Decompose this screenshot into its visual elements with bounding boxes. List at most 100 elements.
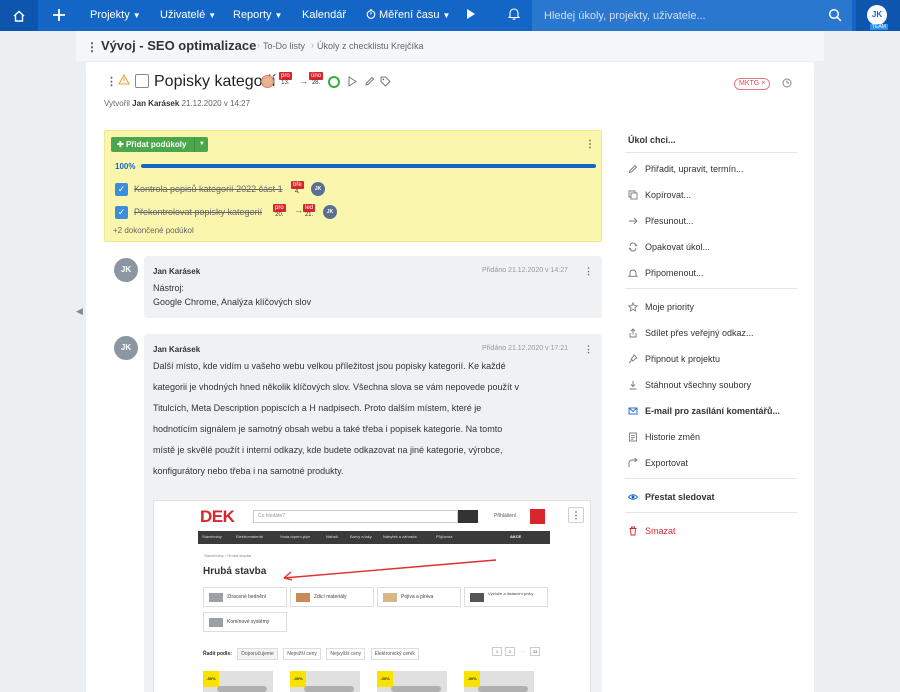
- dek-nav: Stavebniny Elektromateriál Voda-topení-p…: [198, 531, 550, 544]
- pencil-icon: [628, 164, 638, 174]
- action-download-files[interactable]: Stáhnout všechny soubory: [625, 379, 797, 395]
- add-subtask-label: Přidat podúkoly: [125, 140, 187, 149]
- chevron-down-icon[interactable]: ▼: [194, 137, 208, 152]
- avatar[interactable]: JK: [114, 336, 138, 360]
- action-repeat[interactable]: Opakovat úkol...: [625, 241, 797, 257]
- avatar[interactable]: JK: [114, 258, 138, 282]
- dek-sort-option: Doporučujeme: [237, 648, 278, 660]
- action-label: Moje priority: [645, 302, 695, 312]
- attachment-menu-button[interactable]: ⋮: [568, 507, 584, 523]
- comment-author[interactable]: Jan Karásek: [153, 345, 200, 354]
- star-icon: [628, 302, 638, 312]
- repeat-icon: [628, 242, 638, 252]
- subtask-start-date[interactable]: pro 20.: [273, 204, 286, 219]
- action-label: E-mail pro zasílání komentářů...: [645, 406, 781, 416]
- play-icon[interactable]: [348, 76, 357, 87]
- nav-kalendar[interactable]: Kalendář: [302, 0, 346, 31]
- kebab-menu-icon[interactable]: ⋮: [86, 40, 98, 54]
- dek-nav-item: Stavebniny: [202, 534, 222, 539]
- nav-kalendar-label: Kalendář: [302, 9, 347, 21]
- dek-nav-item: Barvy a laky: [350, 534, 372, 539]
- divider: [625, 512, 797, 513]
- nav-uzivatele[interactable]: Uživatelé ▼: [160, 0, 216, 31]
- action-label: Historie změn: [645, 432, 701, 442]
- progress-ring-icon[interactable]: [328, 76, 340, 88]
- comment-author[interactable]: Jan Karásek: [153, 267, 200, 276]
- breadcrumb-link-todo-lists[interactable]: To-Do listy: [263, 41, 305, 51]
- create-button[interactable]: [47, 4, 71, 26]
- dek-product-card: -30%: [464, 671, 534, 692]
- nav-projekty[interactable]: Projekty ▼: [90, 0, 141, 31]
- kebab-menu-icon[interactable]: ⋮: [106, 75, 117, 88]
- clock-icon[interactable]: [782, 78, 792, 88]
- subtask-row[interactable]: ✓ Kontrola popisů kategorií 2022 část 1 …: [115, 181, 595, 198]
- action-share-link[interactable]: Sdílet přes veřejný odkaz...: [625, 327, 797, 343]
- due-date[interactable]: úno 28.: [309, 72, 324, 87]
- avatar[interactable]: JK: [323, 205, 337, 219]
- subtask-checkbox[interactable]: ✓: [115, 206, 128, 219]
- bell-icon: [628, 269, 638, 277]
- created-at: 21.12.2020 v 14:27: [181, 99, 251, 108]
- tag-icon[interactable]: [380, 76, 391, 87]
- timer-play-button[interactable]: [466, 0, 476, 31]
- user-menu[interactable]: JK TEAM: [856, 0, 900, 31]
- action-label: Přesunout...: [645, 216, 694, 226]
- breadcrumb-separator: ›: [311, 40, 314, 50]
- action-my-priorities[interactable]: Moje priority: [625, 301, 797, 317]
- download-icon: [629, 381, 637, 390]
- subtask-due-date[interactable]: led 21.: [303, 204, 316, 219]
- nav-reporty[interactable]: Reporty ▼: [233, 0, 282, 31]
- subtask-due-date[interactable]: bře 4.: [291, 181, 304, 196]
- dek-pager-item: 33: [530, 647, 540, 656]
- dek-nav-item: Voda-topení-plyn: [280, 534, 311, 539]
- action-copy[interactable]: Kopírovat...: [625, 189, 797, 205]
- action-label: Připomenout...: [645, 268, 704, 278]
- dek-sale-badge: -30%: [464, 671, 480, 687]
- dek-product-card: -30%: [290, 671, 360, 692]
- plus-icon: ✚: [117, 140, 124, 149]
- nav-mereni-casu[interactable]: Měření času ▼: [366, 0, 450, 31]
- assignee-avatar[interactable]: [261, 75, 274, 88]
- add-subtask-button[interactable]: ✚ Přidat podúkoly ▼: [111, 137, 209, 152]
- task-complete-checkbox[interactable]: [135, 74, 149, 88]
- search-icon[interactable]: [828, 8, 842, 22]
- nav-reporty-label: Reporty: [233, 9, 272, 21]
- subtask-label[interactable]: Kontrola popisů kategorií 2022 část 1: [134, 184, 283, 194]
- action-export[interactable]: Exportovat: [625, 457, 797, 473]
- subtask-label[interactable]: Překontrolovat popisky kategorií: [134, 207, 262, 217]
- kebab-menu-icon[interactable]: ⋮: [584, 266, 593, 277]
- breadcrumb-link-checklist[interactable]: Úkoly z checklistu Krejčíka: [317, 41, 424, 51]
- kebab-menu-icon[interactable]: ⋮: [584, 344, 593, 355]
- home-icon: [13, 10, 25, 22]
- pencil-icon[interactable]: [364, 76, 375, 87]
- action-pin-to-project[interactable]: Připnout k projektu: [625, 353, 797, 369]
- home-button[interactable]: [0, 0, 38, 31]
- dek-search-icon: [458, 510, 478, 523]
- collapse-sidebar-icon[interactable]: ◀: [76, 306, 83, 317]
- eye-icon: [628, 494, 638, 500]
- subtask-checkbox[interactable]: ✓: [115, 183, 128, 196]
- start-date[interactable]: pro 13.: [279, 72, 292, 87]
- tag-badge[interactable]: MKTG ×: [734, 78, 771, 90]
- action-move[interactable]: Přesunout...: [625, 215, 797, 231]
- task-title[interactable]: Popisky kategorií: [154, 73, 276, 91]
- action-history[interactable]: Historie změn: [625, 431, 797, 447]
- completed-subtasks-link[interactable]: +2 dokončené podúkol: [113, 226, 194, 235]
- comment-attachment-image[interactable]: ⋮ DEK Co hledáte? Přihlášení Stavebniny …: [153, 500, 591, 692]
- notifications-button[interactable]: [507, 0, 521, 31]
- subtask-row[interactable]: ✓ Překontrolovat popisky kategorií pro 2…: [115, 204, 595, 221]
- dek-nav-item: Půjčovna: [436, 534, 453, 539]
- action-remind[interactable]: Připomenout...: [625, 267, 797, 283]
- project-title[interactable]: Vývoj - SEO optimalizace: [101, 38, 256, 53]
- action-unfollow[interactable]: Přestat sledovat: [625, 491, 797, 507]
- action-email-comments[interactable]: E-mail pro zasílání komentářů...: [625, 405, 797, 421]
- kebab-menu-icon[interactable]: ⋮: [585, 139, 595, 150]
- annotation-arrow-icon: [283, 559, 497, 581]
- action-label: Sdílet přes veřejný odkaz...: [645, 328, 754, 338]
- close-icon[interactable]: ×: [761, 80, 765, 87]
- action-assign-edit[interactable]: Přiřadit, upravit, termín...: [625, 163, 797, 179]
- search-input[interactable]: [544, 8, 814, 23]
- action-delete[interactable]: Smazat: [625, 525, 797, 541]
- dek-category-label: Ztracené bednění: [227, 594, 267, 600]
- avatar[interactable]: JK: [311, 182, 325, 196]
